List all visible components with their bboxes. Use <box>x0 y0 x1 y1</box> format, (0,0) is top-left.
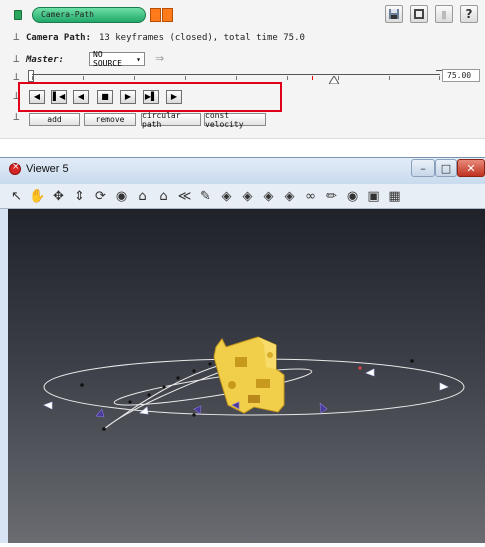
view-x-icon[interactable]: ◈ <box>218 188 235 205</box>
visibility-toggle-icon[interactable] <box>14 10 22 20</box>
stop-icon[interactable]: ■ <box>97 90 113 104</box>
view-y-icon[interactable]: ◈ <box>239 188 256 205</box>
help-icon[interactable]: ? <box>460 5 478 23</box>
step-back-icon[interactable]: ◀ <box>73 90 89 104</box>
seek-icon[interactable]: ≪ <box>176 188 193 205</box>
circular-path-button[interactable]: circular path <box>141 111 201 129</box>
slider-track <box>32 74 440 75</box>
skip-start-icon[interactable]: ▌◀ <box>51 90 67 104</box>
measure-icon[interactable]: ✏ <box>323 188 340 205</box>
module-button-left[interactable] <box>150 8 161 22</box>
slider-thumb[interactable] <box>329 76 339 84</box>
maximize-icon[interactable]: □ <box>435 159 457 177</box>
add-button[interactable]: add <box>29 113 80 126</box>
viewer-titlebar[interactable]: × Viewer 5 – □ ✕ <box>0 158 485 184</box>
time-value: 75.00 <box>447 71 472 80</box>
rewind-icon[interactable]: ◀ <box>29 90 45 104</box>
viewer-toolbar: ↖ ✋ ✥ ⇕ ⟳ ◉ ⌂ ⌂ ≪ ✎ ◈ ◈ ◈ ◈ ∞ ✏ ◉ ▣ ▦ <box>0 184 485 209</box>
pin-icon[interactable]: ⊥ <box>13 111 20 123</box>
close-icon[interactable]: ✕ <box>457 159 485 177</box>
viewer-3d-viewport[interactable] <box>8 209 485 543</box>
pick-icon[interactable]: ✎ <box>197 188 214 205</box>
3d-model <box>213 336 285 414</box>
chevron-down-icon: ▾ <box>136 54 141 64</box>
pin-icon[interactable]: ⊥ <box>13 31 20 43</box>
node-label: Camera-Path <box>41 10 94 19</box>
pointer-icon[interactable]: ↖ <box>8 188 25 205</box>
camera-path-panel: Camera-Path ▮ ? ⊥ Camera Path: 13 keyfra… <box>0 0 485 139</box>
info-icon[interactable]: ▮ <box>435 5 453 23</box>
view-z-icon[interactable]: ◈ <box>260 188 277 205</box>
master-label: Master: <box>26 55 64 65</box>
scene-graphics <box>43 336 465 431</box>
app-logo-icon: × <box>9 162 21 175</box>
layout-icon[interactable]: ▦ <box>386 188 403 205</box>
minimize-icon[interactable]: – <box>411 159 435 177</box>
view-xz-icon[interactable]: ◈ <box>281 188 298 205</box>
move-icon[interactable]: ✥ <box>50 188 67 205</box>
fullscreen-icon[interactable]: ▣ <box>365 188 382 205</box>
stereo-icon[interactable]: ∞ <box>302 188 319 205</box>
camera-path-info: 13 keyframes (closed), total time 75.0 <box>99 33 305 43</box>
master-source-select[interactable]: NO SOURCE ▾ <box>89 50 145 68</box>
camera-path-label: Camera Path: <box>26 33 92 43</box>
edit-icon[interactable] <box>410 5 428 23</box>
connect-arrow-icon[interactable]: ⇒ <box>155 52 164 65</box>
const-velocity-button[interactable]: const velocity <box>204 111 266 129</box>
forward-icon[interactable]: ▶ <box>166 90 182 104</box>
remove-button[interactable]: remove <box>84 113 136 126</box>
hand-icon[interactable]: ✋ <box>29 188 46 205</box>
skip-end-icon[interactable]: ▶▌ <box>143 90 159 104</box>
master-source-value: NO SOURCE <box>93 50 122 68</box>
dolly-icon[interactable]: ⇕ <box>71 188 88 205</box>
time-value-field[interactable]: 75.00 <box>442 69 480 82</box>
snapshot-icon[interactable]: ◉ <box>344 188 361 205</box>
slider-ticks <box>32 76 440 80</box>
module-button-right[interactable] <box>162 8 173 22</box>
save-icon[interactable] <box>385 5 403 23</box>
rotate-icon[interactable]: ⟳ <box>92 188 109 205</box>
camera-path-node[interactable]: Camera-Path <box>32 7 146 23</box>
set-home-icon[interactable]: ⌂ <box>155 188 172 205</box>
zoom-icon[interactable]: ◉ <box>113 188 130 205</box>
pin-icon[interactable]: ⊥ <box>13 53 20 65</box>
play-icon[interactable]: ▶ <box>120 90 136 104</box>
viewer-window: × Viewer 5 – □ ✕ ↖ ✋ ✥ ⇕ ⟳ ◉ ⌂ ⌂ ≪ ✎ ◈ ◈… <box>0 157 485 543</box>
home-icon[interactable]: ⌂ <box>134 188 151 205</box>
viewer-title: Viewer 5 <box>26 163 69 175</box>
